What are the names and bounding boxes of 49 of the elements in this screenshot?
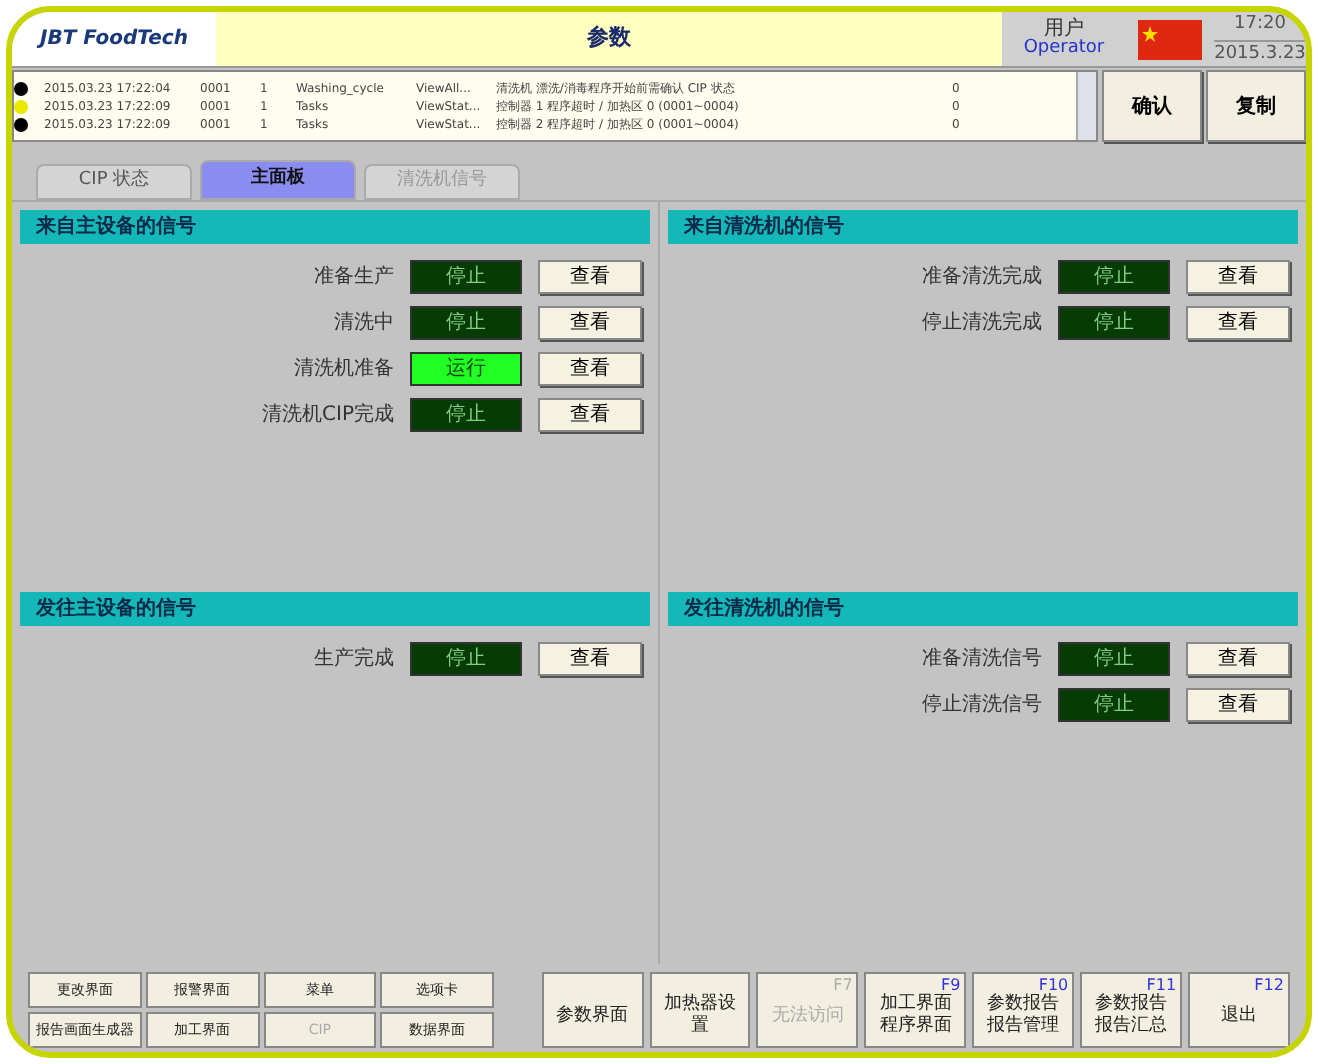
function-key-button[interactable]: F9 加工界面程序界面 — [864, 972, 967, 1048]
signal-indicator: 停止 — [1058, 306, 1170, 340]
signal-label: 清洗机准备 — [294, 355, 394, 384]
signal-indicator: 停止 — [1058, 687, 1170, 721]
view-button[interactable]: 查看 — [538, 260, 642, 294]
view-button[interactable]: 查看 — [1186, 260, 1290, 294]
signal-indicator: 停止 — [410, 260, 522, 294]
function-key-button[interactable]: F10 参数报告报告管理 — [972, 972, 1075, 1048]
message-button[interactable]: 确认 — [1102, 70, 1202, 142]
signal-indicator: 停止 — [410, 641, 522, 675]
date-text: 2015.3.23 — [1214, 41, 1306, 67]
logo: JBT FoodTech — [12, 12, 216, 66]
panel-header: 发往清洗机的信号 — [668, 591, 1298, 625]
signal-label: 准备清洗信号 — [922, 645, 1042, 673]
signal-label: 生产完成 — [314, 645, 394, 673]
function-key-button[interactable]: F12 退出 — [1188, 972, 1290, 1048]
signal-indicator: 运行 — [410, 352, 522, 386]
view-button[interactable]: 查看 — [538, 352, 642, 386]
view-button[interactable]: 查看 — [1186, 687, 1290, 721]
function-key-button[interactable]: 加热器设置 — [649, 972, 751, 1048]
tab[interactable]: CIP 状态 — [36, 164, 192, 200]
time-text: 17:20 — [1214, 12, 1306, 41]
view-button[interactable]: 查看 — [538, 398, 642, 432]
flag-icon — [1138, 19, 1202, 59]
signal-indicator: 停止 — [1058, 641, 1170, 675]
signal-label: 停止清洗信号 — [922, 691, 1042, 719]
signal-indicator: 停止 — [410, 398, 522, 432]
signal-label: 准备生产 — [314, 263, 394, 292]
view-button[interactable]: 查看 — [538, 306, 642, 340]
function-key-button[interactable]: F11 参数报告报告汇总 — [1080, 972, 1183, 1048]
panel-header: 发往主设备的信号 — [20, 591, 650, 625]
scrollbar[interactable] — [1076, 72, 1096, 140]
view-button[interactable]: 查看 — [538, 641, 642, 675]
panel-header: 来自主设备的信号 — [20, 210, 650, 244]
tab[interactable]: 主面板 — [200, 160, 356, 200]
panel-header: 来自清洗机的信号 — [668, 210, 1298, 244]
user-name: Operator — [1023, 40, 1105, 58]
signal-label: 清洗中 — [334, 309, 394, 338]
view-button[interactable]: 查看 — [1186, 641, 1290, 675]
message-button[interactable]: 复制 — [1206, 70, 1306, 142]
signal-indicator: 停止 — [1058, 260, 1170, 294]
window-title: 参数 — [216, 12, 1002, 66]
signal-label: 准备清洗完成 — [922, 263, 1042, 292]
signal-label: 清洗机CIP完成 — [262, 401, 394, 430]
user-label: 用户 — [1044, 20, 1084, 40]
view-button[interactable]: 查看 — [1186, 306, 1290, 340]
signal-label: 停止清洗完成 — [922, 309, 1042, 338]
signal-indicator: 停止 — [410, 306, 522, 340]
function-key-button[interactable]: 参数界面 — [541, 972, 644, 1048]
